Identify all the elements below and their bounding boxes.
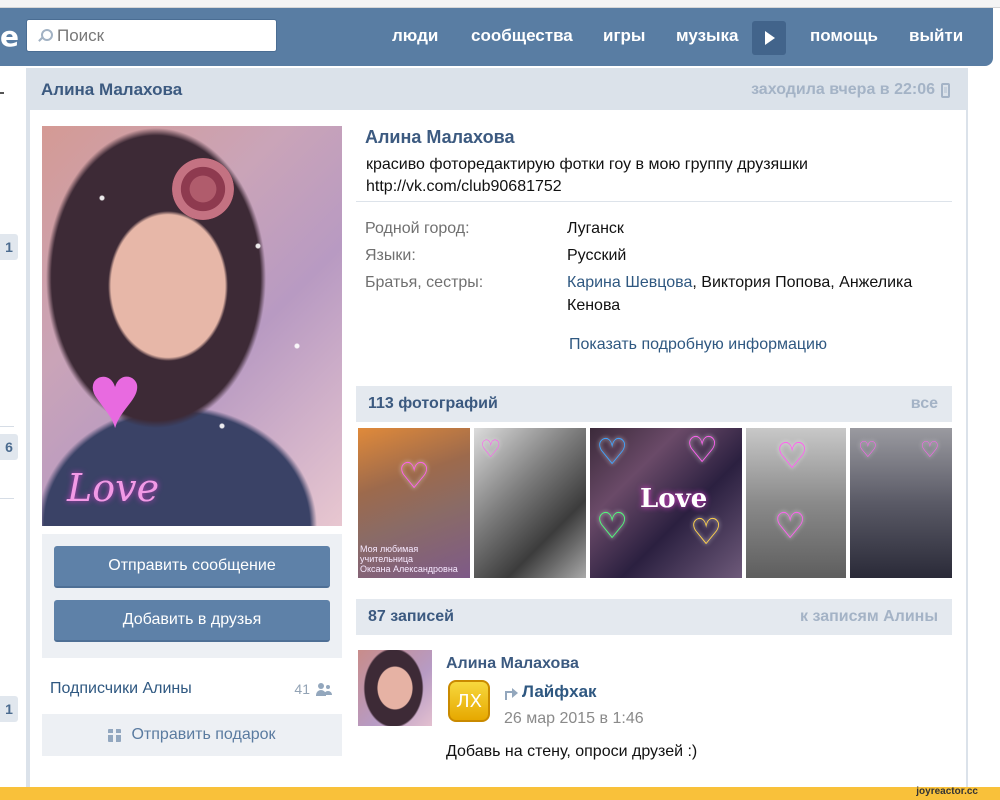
photo-caption-line: Моя любимая учительница bbox=[360, 544, 419, 564]
siblings-label: Братья, сестры: bbox=[365, 274, 484, 291]
info-divider bbox=[356, 201, 952, 202]
sidebar-counter-badge[interactable]: 1 bbox=[0, 696, 18, 722]
repost-icon bbox=[504, 687, 518, 700]
heart-icon: ♡ bbox=[690, 511, 723, 552]
languages-link[interactable]: Русский bbox=[567, 244, 947, 267]
profile-status: красиво фоторедактирую фотки гоу в мою г… bbox=[366, 154, 926, 198]
status-text: красиво фоторедактирую фотки гоу в мою г… bbox=[366, 156, 808, 173]
search-icon bbox=[37, 28, 53, 43]
photo-thumbnail[interactable]: ♡ Моя любимая учительница Оксана Алексан… bbox=[358, 428, 470, 578]
nav-games[interactable]: игры bbox=[603, 26, 645, 46]
heart-icon: ♡ bbox=[480, 436, 502, 463]
hometown-link[interactable]: Луганск bbox=[567, 217, 947, 240]
profile-header-name: Алина Малахова bbox=[41, 80, 183, 99]
photo-thumbnail[interactable]: ♡ ♡ bbox=[746, 428, 846, 578]
hometown-label: Родной город: bbox=[365, 220, 470, 237]
post-date[interactable]: 26 мар 2015 в 1:46 bbox=[504, 710, 644, 728]
heart-decoration-icon: ♥ bbox=[88, 347, 142, 447]
photo-thumbnail[interactable]: ♡ ♡ ♡ ♡ Love bbox=[590, 428, 742, 578]
group-avatar[interactable]: ЛХ bbox=[448, 680, 490, 722]
collage-love-text: Love bbox=[640, 484, 708, 514]
page-title: Алина Малахова bbox=[365, 127, 515, 147]
photo-strip: ♡ Моя любимая учительница Оксана Алексан… bbox=[356, 428, 952, 578]
post-author-name[interactable]: Алина Малахова bbox=[446, 655, 579, 673]
top-header: e люди сообщества игры музыка помощь вый… bbox=[0, 8, 993, 66]
nav-music[interactable]: музыка bbox=[676, 26, 739, 46]
rose-decoration bbox=[172, 158, 234, 220]
profile-header: Алина Малахова заходила вчера в 22:06 bbox=[26, 68, 968, 110]
sidebar-divider bbox=[0, 426, 14, 427]
nav-communities[interactable]: сообщества bbox=[471, 26, 573, 46]
send-gift-button[interactable]: Отправить подарок bbox=[42, 714, 342, 756]
sidebar-counter-badge[interactable]: 1 bbox=[0, 234, 18, 260]
watermark-bar: joyreactor.cc bbox=[0, 786, 1000, 800]
followers-label[interactable]: Подписчики Алины bbox=[50, 680, 192, 698]
last-seen-text: заходила вчера в 22:06 bbox=[751, 81, 935, 98]
photos-count-title[interactable]: 113 фотографий bbox=[368, 395, 498, 413]
sidebar-counter-badge[interactable]: 6 bbox=[0, 434, 18, 460]
heart-icon: ♡ bbox=[920, 437, 940, 462]
watermark-site: joyreactor.cc bbox=[916, 786, 978, 797]
nav-help[interactable]: помощь bbox=[810, 26, 878, 46]
profile-frame: Алина Малахова заходила вчера в 22:06 ♥ … bbox=[26, 68, 968, 800]
music-play-button[interactable] bbox=[752, 21, 786, 55]
languages-label: Языки: bbox=[365, 247, 416, 264]
search-input[interactable] bbox=[57, 25, 247, 46]
show-more-info-link[interactable]: Показать подробную информацию bbox=[569, 336, 827, 354]
post-group-link[interactable]: Лайфхак bbox=[522, 682, 597, 702]
wall-count-title[interactable]: 87 записей bbox=[368, 608, 454, 626]
gift-icon bbox=[108, 728, 122, 742]
heart-icon: ♡ bbox=[398, 455, 431, 496]
logo-fragment[interactable]: e bbox=[0, 20, 19, 53]
heart-icon: ♡ bbox=[596, 431, 629, 472]
wall-post: Алина Малахова ЛХ Лайфхак 26 мар 2015 в … bbox=[356, 650, 952, 800]
heart-icon: ♡ bbox=[686, 429, 719, 470]
profile-actions: Отправить сообщение Добавить в друзья bbox=[42, 534, 342, 658]
profile-content: ♥ Love Отправить сообщение Добавить в др… bbox=[30, 110, 966, 800]
sibling-link[interactable]: Карина Шевцова bbox=[567, 274, 692, 291]
last-seen-status: заходила вчера в 22:06 bbox=[751, 81, 950, 99]
browser-top-strip bbox=[0, 0, 1000, 8]
sidebar-fragment-dot bbox=[0, 92, 4, 94]
photo-thumbnail[interactable]: ♡ ♡ bbox=[850, 428, 952, 578]
photo-caption-line: Оксана Александровна bbox=[360, 564, 458, 574]
heart-icon: ♡ bbox=[858, 437, 878, 462]
profile-avatar[interactable]: ♥ Love bbox=[42, 126, 342, 526]
photo-caption: Моя любимая учительница Оксана Александр… bbox=[360, 544, 470, 574]
photos-section-header[interactable]: 113 фотографий все bbox=[356, 386, 952, 422]
heart-icon: ♡ bbox=[776, 435, 809, 476]
heart-icon: ♡ bbox=[774, 505, 807, 546]
followers-count-wrap: 41 bbox=[294, 680, 332, 698]
sidebar-divider bbox=[0, 498, 14, 499]
people-icon bbox=[316, 682, 332, 696]
add-friend-button[interactable]: Добавить в друзья bbox=[54, 600, 330, 642]
heart-icon: ♡ bbox=[596, 505, 629, 546]
wall-section-header[interactable]: 87 записей к записям Алины bbox=[356, 599, 952, 635]
photo-thumbnail[interactable]: ♡ bbox=[474, 428, 586, 578]
status-link[interactable]: http://vk.com/club90681752 bbox=[366, 176, 926, 198]
photos-all-link[interactable]: все bbox=[911, 395, 938, 413]
followers-count: 41 bbox=[294, 681, 310, 697]
send-message-button[interactable]: Отправить сообщение bbox=[54, 546, 330, 588]
play-icon bbox=[765, 31, 775, 45]
wall-all-link[interactable]: к записям Алины bbox=[800, 608, 938, 626]
followers-row[interactable]: Подписчики Алины 41 bbox=[50, 680, 332, 698]
avatar-love-text: Love bbox=[67, 466, 160, 510]
siblings-value: Карина Шевцова, Виктория Попова, Анжелик… bbox=[567, 271, 947, 317]
nav-people[interactable]: люди bbox=[392, 26, 438, 46]
nav-logout[interactable]: выйти bbox=[909, 26, 963, 46]
post-text: Добавь на стену, опроси друзей :) bbox=[446, 743, 698, 760]
post-author-avatar[interactable] bbox=[358, 650, 432, 726]
mobile-phone-icon bbox=[941, 82, 950, 98]
send-gift-label: Отправить подарок bbox=[131, 726, 276, 743]
search-box[interactable] bbox=[26, 19, 277, 52]
